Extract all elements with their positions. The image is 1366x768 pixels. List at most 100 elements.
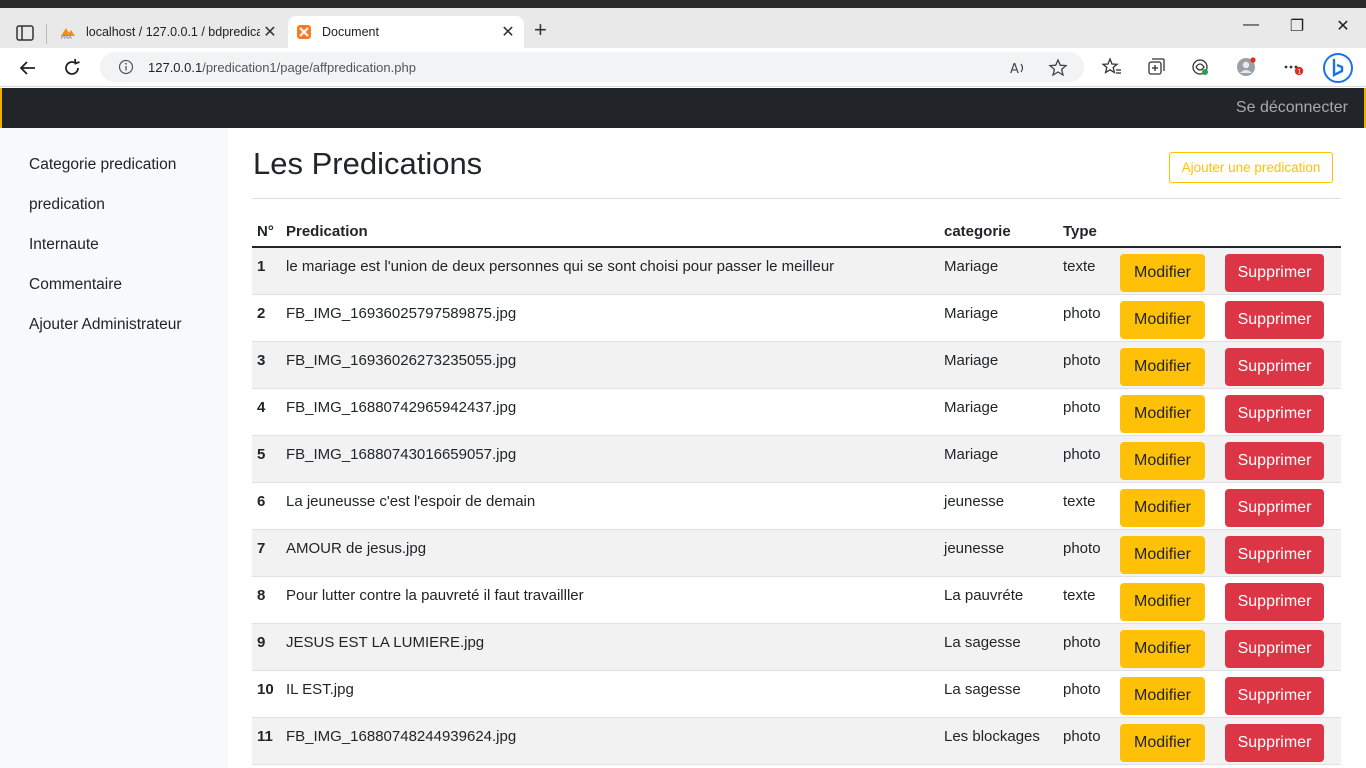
- back-icon[interactable]: [16, 56, 40, 80]
- row-predication: FB_IMG_16936026273235055.jpg: [286, 352, 517, 369]
- delete-button[interactable]: Supprimer: [1225, 301, 1324, 339]
- bing-copilot-icon[interactable]: [1322, 52, 1354, 84]
- modify-button[interactable]: Modifier: [1120, 254, 1205, 292]
- more-options-icon[interactable]: 1: [1282, 56, 1304, 78]
- row-predication: Pour lutter contre la pauvreté il faut t…: [286, 587, 584, 604]
- table-body: 1 le mariage est l'union de deux personne…: [252, 248, 1341, 765]
- modify-button[interactable]: Modifier: [1120, 489, 1205, 527]
- logout-link[interactable]: Se déconnecter: [1236, 99, 1348, 117]
- row-categorie: Mariage: [944, 399, 999, 416]
- row-type: photo: [1063, 681, 1101, 698]
- delete-button[interactable]: Supprimer: [1225, 677, 1324, 715]
- row-categorie: La sagesse: [944, 681, 1021, 698]
- delete-button[interactable]: Supprimer: [1225, 442, 1324, 480]
- modify-button[interactable]: Modifier: [1120, 536, 1205, 574]
- address-toolbar: 127.0.0.1/predication1/page/affpredicati…: [0, 48, 1366, 87]
- sidebar-item-commentaire[interactable]: Commentaire: [29, 276, 122, 294]
- sidebar-item-internaute[interactable]: Internaute: [29, 236, 99, 254]
- delete-button[interactable]: Supprimer: [1225, 724, 1324, 762]
- modify-button[interactable]: Modifier: [1120, 301, 1205, 339]
- profile-avatar-icon[interactable]: [1235, 56, 1257, 78]
- tab-title: localhost / 127.0.0.1 / bdpredicat: [86, 25, 260, 39]
- modify-button[interactable]: Modifier: [1120, 348, 1205, 386]
- delete-button[interactable]: Supprimer: [1225, 489, 1324, 527]
- sidebar-item-ajouter-administrateur[interactable]: Ajouter Administrateur: [29, 316, 182, 334]
- browser-tab-document[interactable]: Document ✕: [288, 16, 524, 48]
- add-predication-button[interactable]: Ajouter une predication: [1169, 152, 1333, 183]
- row-predication: FB_IMG_16880748244939624.jpg: [286, 728, 517, 745]
- delete-button[interactable]: Supprimer: [1225, 395, 1324, 433]
- row-predication: FB_IMG_16936025797589875.jpg: [286, 305, 517, 322]
- row-number: 5: [257, 446, 266, 463]
- site-info-icon[interactable]: [118, 59, 134, 75]
- os-top-strip: [0, 0, 1366, 8]
- tab-actions-icon[interactable]: [14, 22, 36, 44]
- table-row: 9 JESUS EST LA LUMIERE.jpg La sagesse photo…: [252, 624, 1341, 671]
- modify-button[interactable]: Modifier: [1120, 677, 1205, 715]
- modify-button[interactable]: Modifier: [1120, 395, 1205, 433]
- row-number: 1: [257, 258, 266, 275]
- row-number: 9: [257, 634, 266, 651]
- row-number: 8: [257, 587, 266, 604]
- table-row: 10 IL EST.jpg La sagesse photo Modifier Suppr…: [252, 671, 1341, 718]
- header-type: Type: [1063, 223, 1097, 240]
- row-type: photo: [1063, 446, 1101, 463]
- sidebar: Categorie predication predication Intern…: [0, 128, 228, 768]
- sidebar-item-predication[interactable]: predication: [29, 196, 105, 214]
- table-row: 6 La jeuneusse c'est l'espoir de demain je…: [252, 483, 1341, 530]
- table-row: 8 Pour lutter contre la pauvreté il faut …: [252, 577, 1341, 624]
- read-aloud-icon[interactable]: A: [1008, 58, 1028, 78]
- row-predication: IL EST.jpg: [286, 681, 354, 698]
- minimize-icon[interactable]: —: [1228, 16, 1274, 34]
- row-type: photo: [1063, 399, 1101, 416]
- restore-icon[interactable]: ❐: [1274, 16, 1320, 36]
- row-number: 2: [257, 305, 266, 322]
- delete-button[interactable]: Supprimer: [1225, 536, 1324, 574]
- row-categorie: La pauvréte: [944, 587, 1024, 604]
- row-type: photo: [1063, 634, 1101, 651]
- row-categorie: Les blockages: [944, 728, 1040, 745]
- table-header: N° Predication categorie Type: [252, 218, 1341, 248]
- row-predication: le mariage est l'union de deux personnes…: [286, 258, 835, 275]
- row-number: 10: [257, 681, 274, 698]
- delete-button[interactable]: Supprimer: [1225, 583, 1324, 621]
- favorites-icon[interactable]: [1101, 56, 1123, 78]
- header-categorie: categorie: [944, 223, 1011, 240]
- refresh-icon[interactable]: [60, 56, 84, 80]
- sidebar-item-categorie-predication[interactable]: Categorie predication: [29, 156, 176, 174]
- new-tab-icon[interactable]: +: [534, 18, 547, 42]
- collections-icon[interactable]: [1145, 56, 1167, 78]
- row-categorie: jeunesse: [944, 493, 1005, 510]
- browser-tab-phpmyadmin[interactable]: PMA localhost / 127.0.0.1 / bdpredicat ✕: [52, 16, 286, 48]
- modify-button[interactable]: Modifier: [1120, 630, 1205, 668]
- row-categorie: Mariage: [944, 352, 999, 369]
- phpmyadmin-favicon-icon: PMA: [61, 28, 75, 40]
- table-row: 7 AMOUR de jesus.jpg jeunesse photo Modifier…: [252, 530, 1341, 577]
- table-row: 3 FB_IMG_16936026273235055.jpg Mariage phot…: [252, 342, 1341, 389]
- close-tab-icon[interactable]: ✕: [260, 22, 280, 42]
- divider: [252, 198, 1341, 199]
- row-type: photo: [1063, 728, 1101, 745]
- row-type: texte: [1063, 493, 1096, 510]
- modify-button[interactable]: Modifier: [1120, 583, 1205, 621]
- delete-button[interactable]: Supprimer: [1225, 348, 1324, 386]
- close-window-icon[interactable]: ✕: [1320, 16, 1366, 36]
- main-content: Les Predications Ajouter une predication…: [228, 128, 1366, 768]
- delete-button[interactable]: Supprimer: [1225, 254, 1324, 292]
- favorite-star-icon[interactable]: [1048, 58, 1068, 78]
- row-categorie: Mariage: [944, 258, 999, 275]
- row-predication: JESUS EST LA LUMIERE.jpg: [286, 634, 485, 651]
- svg-text:1: 1: [1297, 69, 1301, 76]
- row-number: 4: [257, 399, 266, 416]
- row-number: 6: [257, 493, 266, 510]
- xampp-favicon-icon: [297, 25, 311, 39]
- modify-button[interactable]: Modifier: [1120, 442, 1205, 480]
- close-tab-icon[interactable]: ✕: [498, 22, 518, 42]
- url-field[interactable]: 127.0.0.1/predication1/page/affpredicati…: [100, 52, 1084, 82]
- row-categorie: Mariage: [944, 305, 999, 322]
- extension-icon[interactable]: [1189, 56, 1211, 78]
- delete-button[interactable]: Supprimer: [1225, 630, 1324, 668]
- table-row: 11 FB_IMG_16880748244939624.jpg Les blocka…: [252, 718, 1341, 765]
- modify-button[interactable]: Modifier: [1120, 724, 1205, 762]
- row-categorie: Mariage: [944, 446, 999, 463]
